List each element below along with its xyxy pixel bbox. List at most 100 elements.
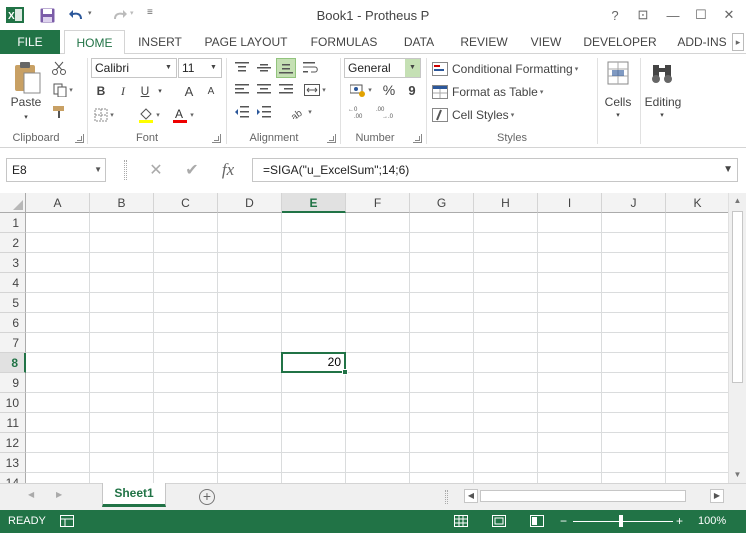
column-header[interactable]: D <box>218 193 282 213</box>
cell[interactable] <box>410 393 474 413</box>
tab-splitter[interactable] <box>445 490 448 504</box>
cell[interactable] <box>218 213 282 233</box>
cell[interactable] <box>474 353 538 373</box>
cell[interactable] <box>602 253 666 273</box>
cell[interactable] <box>538 293 602 313</box>
cell[interactable] <box>282 413 346 433</box>
cell[interactable] <box>90 373 154 393</box>
cell[interactable] <box>538 473 602 483</box>
cell[interactable] <box>538 353 602 373</box>
cell[interactable] <box>538 253 602 273</box>
cell[interactable] <box>282 393 346 413</box>
cell[interactable] <box>346 273 410 293</box>
cell[interactable] <box>282 373 346 393</box>
expand-formula-bar-icon[interactable]: ▼ <box>723 159 733 181</box>
underline-dropdown-icon[interactable]: ▾ <box>155 84 165 98</box>
cell[interactable] <box>538 453 602 473</box>
cell[interactable] <box>666 373 728 393</box>
increase-indent-icon[interactable] <box>254 104 274 120</box>
cell[interactable] <box>282 453 346 473</box>
cell[interactable] <box>666 433 728 453</box>
enter-icon[interactable]: ✔ <box>180 160 204 180</box>
formula-input[interactable]: =SIGA("u_ExcelSum";14;6) ▼ <box>252 158 738 182</box>
cell[interactable] <box>346 353 410 373</box>
cell[interactable] <box>538 413 602 433</box>
paste-dropdown-icon[interactable]: ▾ <box>20 112 32 122</box>
column-header[interactable]: A <box>26 193 90 213</box>
cell[interactable] <box>666 413 728 433</box>
scroll-left-icon[interactable]: ◀ <box>464 489 478 503</box>
editing-button[interactable]: Editing <box>642 94 684 110</box>
column-header[interactable]: C <box>154 193 218 213</box>
fill-color-icon[interactable]: ▾ <box>136 106 162 124</box>
column-header[interactable]: G <box>410 193 474 213</box>
cell[interactable] <box>410 333 474 353</box>
cell[interactable] <box>90 333 154 353</box>
cell[interactable] <box>26 453 90 473</box>
cell[interactable] <box>90 213 154 233</box>
cell[interactable] <box>474 333 538 353</box>
bottom-align-icon[interactable] <box>276 58 296 78</box>
cell[interactable] <box>666 453 728 473</box>
cell[interactable] <box>282 313 346 333</box>
cell[interactable] <box>346 333 410 353</box>
worksheet-grid[interactable]: ABCDEFGHIJK 1 2 3 4 5 6 7 8 9 10 11 12 13 14 20 <box>0 193 728 483</box>
font-size-select[interactable]: 11 ▼ <box>178 58 222 78</box>
cell[interactable] <box>474 313 538 333</box>
paste-button[interactable]: Paste <box>6 94 46 110</box>
row-header[interactable]: 12 <box>0 433 26 453</box>
cell[interactable] <box>218 373 282 393</box>
cell[interactable] <box>282 293 346 313</box>
cell[interactable] <box>538 333 602 353</box>
cell[interactable] <box>154 213 218 233</box>
cell[interactable] <box>218 253 282 273</box>
cell[interactable] <box>90 233 154 253</box>
cell[interactable] <box>154 273 218 293</box>
sheet-tab-sheet1[interactable]: Sheet1 <box>102 483 166 507</box>
cells-button[interactable]: Cells <box>600 94 636 110</box>
tabs-scroll-right-icon[interactable]: ▸ <box>732 33 744 51</box>
cell[interactable] <box>346 233 410 253</box>
cell[interactable] <box>90 453 154 473</box>
scroll-up-icon[interactable]: ▲ <box>729 193 746 209</box>
cell[interactable] <box>154 313 218 333</box>
cell[interactable] <box>602 453 666 473</box>
cell[interactable] <box>346 433 410 453</box>
row-header[interactable]: 2 <box>0 233 26 253</box>
cell[interactable] <box>602 413 666 433</box>
comma-style-button[interactable]: 9 <box>404 82 420 98</box>
cell[interactable] <box>602 233 666 253</box>
editing-dropdown-icon[interactable]: ▾ <box>656 110 668 120</box>
cell[interactable] <box>666 293 728 313</box>
formula-bar-splitter[interactable] <box>124 160 127 180</box>
row-header[interactable]: 7 <box>0 333 26 353</box>
fill-handle[interactable] <box>342 369 348 375</box>
cell[interactable] <box>410 273 474 293</box>
alignment-launcher-icon[interactable] <box>327 134 336 143</box>
row-header[interactable]: 9 <box>0 373 26 393</box>
tab-file[interactable]: FILE <box>0 30 60 54</box>
cell[interactable] <box>410 293 474 313</box>
cell[interactable] <box>90 273 154 293</box>
cell-styles-button[interactable]: Cell Styles ▾ <box>432 106 592 124</box>
copy-icon[interactable]: ▾ <box>50 82 76 98</box>
cell[interactable] <box>474 473 538 483</box>
cell[interactable] <box>346 293 410 313</box>
maximize-button[interactable]: ☐ <box>689 4 713 26</box>
cell[interactable] <box>346 393 410 413</box>
zoom-slider-thumb[interactable] <box>619 515 623 527</box>
cell[interactable] <box>218 313 282 333</box>
cell[interactable] <box>410 213 474 233</box>
accounting-format-icon[interactable]: ▾ <box>346 82 376 98</box>
row-header[interactable]: 3 <box>0 253 26 273</box>
cancel-icon[interactable]: ✕ <box>144 160 168 180</box>
cell[interactable] <box>410 313 474 333</box>
cell[interactable] <box>218 413 282 433</box>
cell[interactable] <box>26 313 90 333</box>
orientation-icon[interactable]: ab ▾ <box>286 104 316 120</box>
column-header[interactable]: E <box>282 193 346 213</box>
cell[interactable] <box>282 473 346 483</box>
page-layout-view-icon[interactable] <box>490 513 508 529</box>
borders-icon[interactable]: ▾ <box>92 106 116 124</box>
font-launcher-icon[interactable] <box>212 134 221 143</box>
